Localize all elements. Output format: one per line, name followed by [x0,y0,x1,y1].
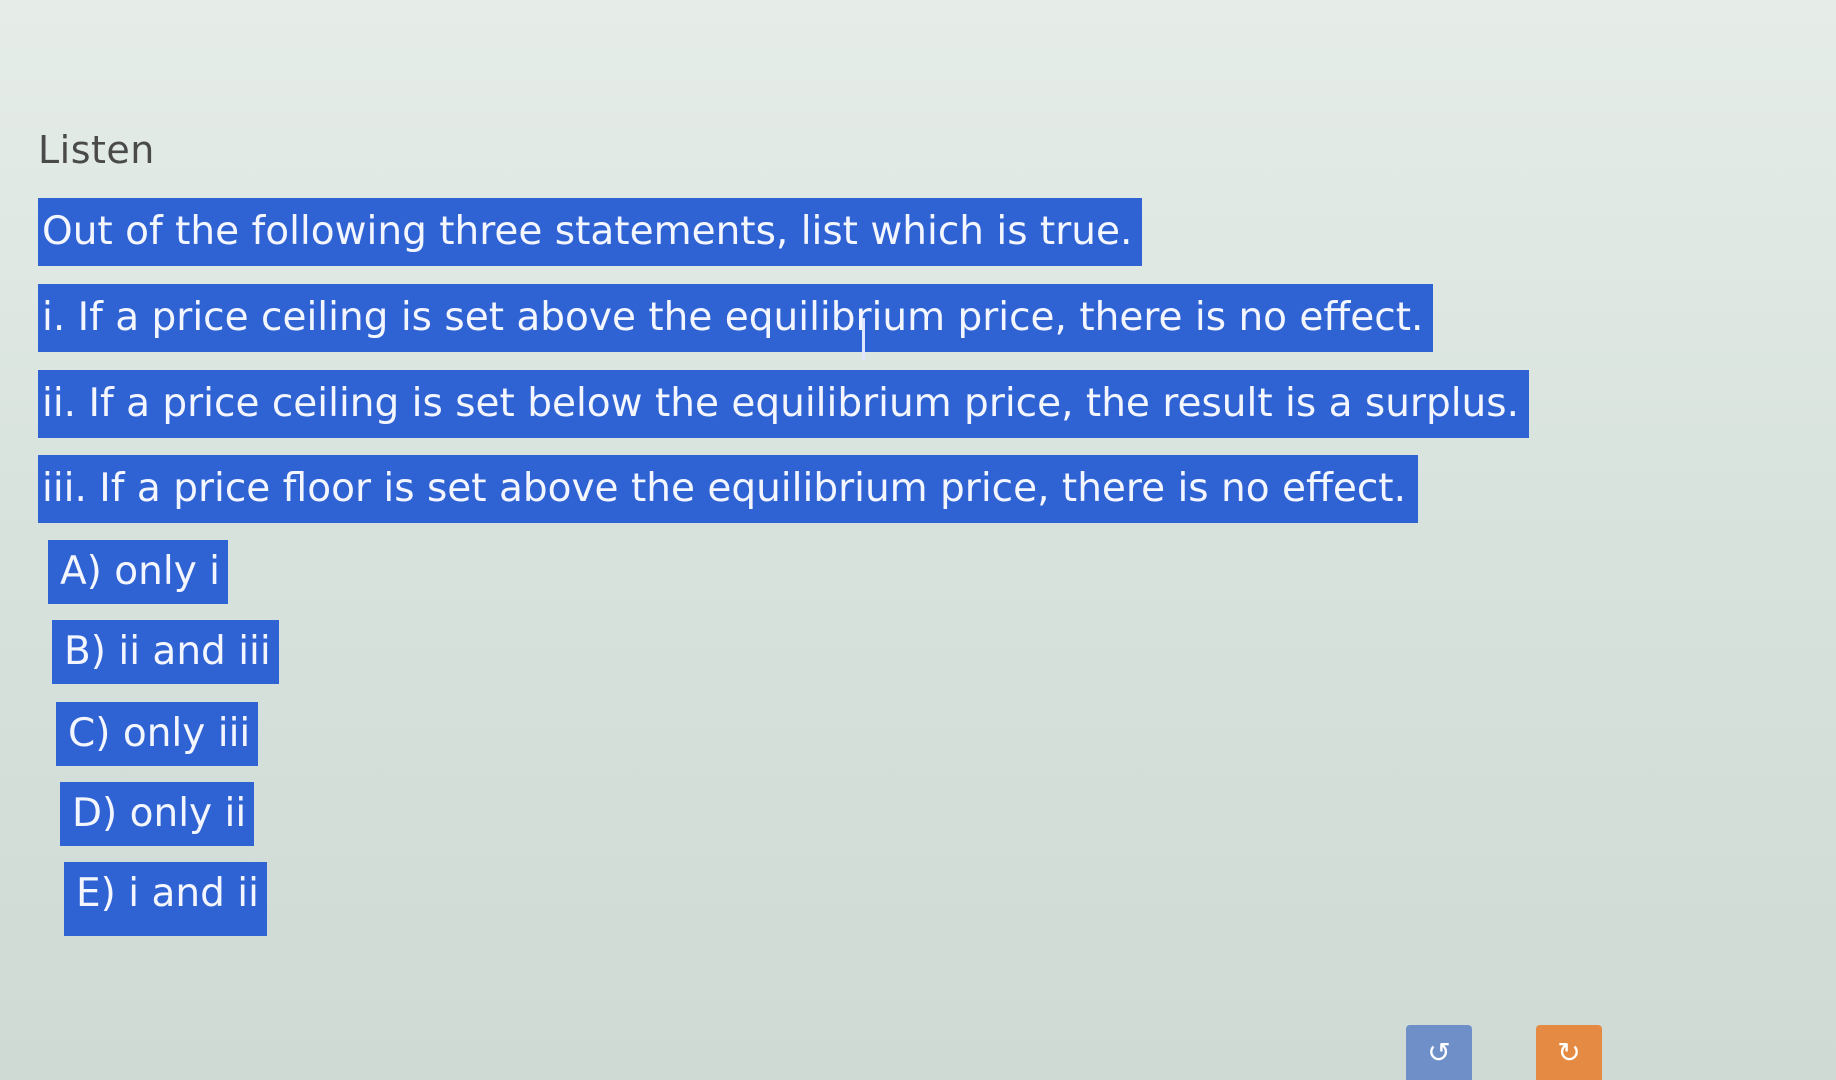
statement-i: i. If a price ceiling is set above the e… [38,284,1434,352]
undo-icon: ↺ [1427,1036,1451,1069]
statement-ii: ii. If a price ceiling is set below the … [38,370,1529,438]
undo-button[interactable]: ↺ [1406,1025,1472,1080]
option-c[interactable]: C) only iii [56,702,259,766]
question-stem: Out of the following three statements, l… [38,198,1143,266]
option-d[interactable]: D) only ii [60,782,255,846]
text-cursor-icon [862,318,865,360]
redo-button[interactable]: ↻ [1536,1025,1602,1080]
statement-iii: iii. If a price floor is set above the e… [38,455,1418,523]
listen-link[interactable]: Listen [38,128,155,172]
quiz-screen: Listen Out of the following three statem… [0,0,1836,1080]
option-a[interactable]: A) only i [48,540,229,604]
option-e[interactable]: E) i and ii [64,862,267,936]
option-b[interactable]: B) ii and iii [52,620,279,684]
redo-icon: ↻ [1557,1036,1581,1069]
